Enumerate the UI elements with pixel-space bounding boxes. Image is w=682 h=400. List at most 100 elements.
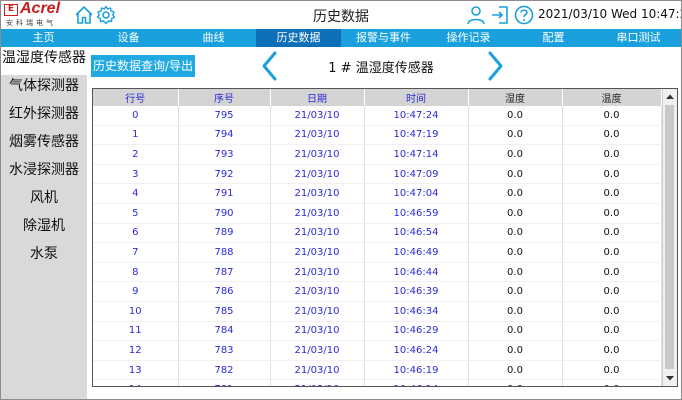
- cell-time: 10:46:44: [364, 262, 469, 283]
- nav-config[interactable]: 配置: [511, 29, 596, 47]
- cell-seq: 789: [178, 223, 271, 244]
- cell-temperature: 0.0: [562, 281, 662, 302]
- cell-temperature: 0.0: [562, 106, 662, 126]
- sidebar-item-dehumidifier[interactable]: 除湿机: [1, 215, 87, 243]
- column-header-temperature: 温度: [562, 89, 662, 106]
- cell-row-no: 6: [93, 223, 179, 244]
- cell-time: 10:47:14: [364, 144, 469, 165]
- page-title: 历史数据: [313, 9, 369, 25]
- table-row: 12 783 21/03/10 10:46:24 0.0 0.0: [93, 340, 662, 361]
- cell-temperature: 0.0: [562, 164, 662, 185]
- hmi-window: E Acrel 安科瑞电气 历史数据 2021/03/10 Wed 10:47:…: [0, 0, 682, 400]
- sidebar-item-temp-humidity[interactable]: 温湿度传感器: [1, 47, 87, 75]
- cell-time: 10:46:29: [364, 321, 469, 342]
- cell-seq: 785: [178, 301, 271, 322]
- table-row: 1478121/03/1010:46:140.00.0: [93, 379, 662, 386]
- cell-temperature: 0.0: [562, 223, 662, 244]
- cell-date: 21/03/10: [270, 262, 365, 283]
- cell-date: 21/03/10: [270, 242, 365, 263]
- top-nav: 主页 设备 曲线 历史数据 报警与事件 操作记录 配置 串口测试: [1, 29, 681, 47]
- sidebar-item-gas-detector[interactable]: 气体探测器: [1, 75, 87, 103]
- sidebar-item-smoke-sensor[interactable]: 烟雾传感器: [1, 131, 87, 159]
- cell-row-no: 2: [93, 144, 179, 165]
- cell-seq: 792: [178, 164, 271, 185]
- brand-name: Acrel: [20, 0, 61, 17]
- header: E Acrel 安科瑞电气 历史数据 2021/03/10 Wed 10:47:…: [1, 1, 681, 29]
- datetime: 2021/03/10 Wed 10:47:27: [538, 7, 682, 21]
- cell-temperature: 0.0: [562, 144, 662, 165]
- scrollbar-thumb[interactable]: [665, 105, 674, 369]
- cell-row-no: 12: [93, 340, 179, 361]
- history-data-table: 行号 序号 日期 时间 湿度 温度 0 795 21/03/10 10:47:24 0.…: [93, 89, 662, 386]
- nav-home[interactable]: 主页: [1, 29, 86, 47]
- nav-serial-test[interactable]: 串口测试: [596, 29, 681, 47]
- cell-row-no: 7: [93, 242, 179, 263]
- login-icon[interactable]: [489, 4, 511, 26]
- cell-seq: 794: [178, 125, 271, 146]
- table-row: 4 791 21/03/10 10:47:04 0.0 0.0: [93, 183, 662, 204]
- cell-row-no: 10: [93, 301, 179, 322]
- history-query-export-button[interactable]: 历史数据查询/导出: [91, 55, 195, 77]
- gear-icon[interactable]: [95, 4, 117, 26]
- cell-seq: 784: [178, 321, 271, 342]
- table-scrollbar[interactable]: [662, 89, 677, 386]
- cell-date: 21/03/10: [270, 321, 365, 342]
- table-header-row: 行号 序号 日期 时间 湿度 温度: [93, 89, 662, 106]
- sidebar-item-fan[interactable]: 风机: [1, 187, 87, 215]
- nav-operation-log[interactable]: 操作记录: [426, 29, 511, 47]
- cell-humidity: 0.0: [468, 321, 563, 342]
- sidebar-item-water-leak[interactable]: 水浸探测器: [1, 159, 87, 187]
- cell-row-no: 0: [93, 106, 179, 126]
- cell-seq: 782: [178, 360, 271, 381]
- cell-date: 21/03/10: [270, 183, 365, 204]
- cell-time: 10:47:19: [364, 125, 469, 146]
- cell-humidity: 0.0: [468, 183, 563, 204]
- column-header-seq: 序号: [178, 89, 271, 106]
- cell-humidity: 0.0: [468, 360, 563, 381]
- cell-time: 10:47:24: [364, 106, 469, 126]
- cell-date: 21/03/10: [270, 379, 365, 386]
- sidebar-item-pump[interactable]: 水泵: [1, 243, 87, 271]
- cell-date: 21/03/10: [270, 106, 365, 126]
- scroll-down-icon[interactable]: [663, 371, 677, 385]
- cell-seq: 790: [178, 203, 271, 224]
- cell-temperature: 0.0: [562, 183, 662, 204]
- cell-row-no: 4: [93, 183, 179, 204]
- sidebar-item-infrared-detector[interactable]: 红外探测器: [1, 103, 87, 131]
- cell-humidity: 0.0: [468, 340, 563, 361]
- table-row: 9 786 21/03/10 10:46:39 0.0 0.0: [93, 281, 662, 302]
- cell-humidity: 0.0: [468, 301, 563, 322]
- user-icon[interactable]: [465, 4, 487, 26]
- cell-time: 10:46:14: [364, 379, 469, 386]
- nav-alarms[interactable]: 报警与事件: [341, 29, 426, 47]
- cell-humidity: 0.0: [468, 281, 563, 302]
- cell-date: 21/03/10: [270, 164, 365, 185]
- cell-date: 21/03/10: [270, 144, 365, 165]
- nav-history[interactable]: 历史数据: [256, 29, 341, 47]
- cell-seq: 783: [178, 340, 271, 361]
- cell-seq: 786: [178, 281, 271, 302]
- cell-humidity: 0.0: [468, 223, 563, 244]
- cell-seq: 791: [178, 183, 271, 204]
- chevron-right-icon[interactable]: [486, 50, 506, 82]
- cell-date: 21/03/10: [270, 360, 365, 381]
- help-icon[interactable]: [513, 4, 535, 26]
- brand-subtitle: 安科瑞电气: [6, 19, 56, 27]
- cell-temperature: 0.0: [562, 379, 662, 386]
- scroll-up-icon[interactable]: [663, 90, 677, 104]
- cell-humidity: 0.0: [468, 125, 563, 146]
- cell-date: 21/03/10: [270, 223, 365, 244]
- nav-devices[interactable]: 设备: [86, 29, 171, 47]
- cell-temperature: 0.0: [562, 242, 662, 263]
- cell-humidity: 0.0: [468, 106, 563, 126]
- cell-temperature: 0.0: [562, 301, 662, 322]
- home-icon[interactable]: [73, 4, 95, 26]
- cell-time: 10:46:34: [364, 301, 469, 322]
- chevron-left-icon[interactable]: [259, 50, 279, 82]
- column-header-time: 时间: [364, 89, 469, 106]
- cell-temperature: 0.0: [562, 360, 662, 381]
- table-row: 6 789 21/03/10 10:46:54 0.0 0.0: [93, 223, 662, 244]
- cell-seq: 795: [178, 106, 271, 126]
- cell-time: 10:46:39: [364, 281, 469, 302]
- nav-curves[interactable]: 曲线: [171, 29, 256, 47]
